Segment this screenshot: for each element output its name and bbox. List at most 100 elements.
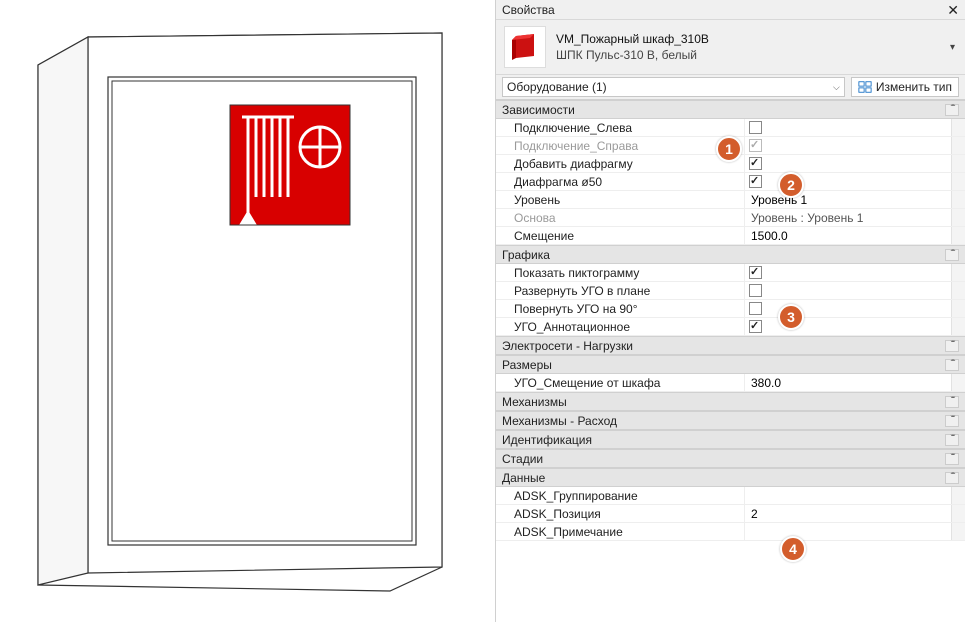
chevron-collapsed-icon[interactable]: ˇˇ <box>945 396 959 408</box>
property-row: Диафрагма ø50 <box>496 173 965 191</box>
property-input[interactable] <box>749 375 947 391</box>
property-side-button[interactable] <box>951 300 965 317</box>
property-row: Смещение <box>496 227 965 245</box>
property-group-header[interactable]: Стадии ˇˇ <box>496 449 965 468</box>
property-side-button[interactable] <box>951 155 965 172</box>
property-row: ADSK_Примечание <box>496 523 965 541</box>
property-side-button[interactable] <box>951 505 965 522</box>
property-input[interactable] <box>749 192 947 208</box>
property-value[interactable] <box>744 300 951 317</box>
property-label: ADSK_Группирование <box>496 487 744 504</box>
panel-title-text: Свойства <box>502 3 555 17</box>
properties-list[interactable]: ЗависимостиˆˆПодключение_СлеваПодключени… <box>496 100 965 622</box>
property-side-button[interactable] <box>951 264 965 281</box>
chevron-down-icon[interactable]: ▾ <box>948 42 957 53</box>
property-side-button[interactable] <box>951 173 965 190</box>
property-group-header[interactable]: Механизмы - Расходˇˇ <box>496 411 965 430</box>
property-label: УГО_Аннотационное <box>496 318 744 335</box>
property-value[interactable] <box>744 505 951 522</box>
property-value[interactable] <box>744 487 951 504</box>
property-value <box>744 137 951 154</box>
property-side-button[interactable] <box>951 227 965 244</box>
property-row: Основа <box>496 209 965 227</box>
property-value[interactable] <box>744 282 951 299</box>
property-label: Диафрагма ø50 <box>496 173 744 190</box>
close-icon[interactable]: ✕ <box>947 3 959 17</box>
property-input[interactable] <box>749 228 947 244</box>
property-side-button[interactable] <box>951 282 965 299</box>
chevron-collapsed-icon[interactable]: ˇˇ <box>945 415 959 427</box>
property-row: Показать пиктограмму <box>496 264 965 282</box>
property-group-header[interactable]: Электросети - Нагрузки ˇˇ <box>496 336 965 355</box>
group-name: Идентификация <box>502 433 592 447</box>
model-viewport[interactable] <box>0 0 490 622</box>
property-side-button[interactable] <box>951 137 965 154</box>
property-label: Повернуть УГО на 90° <box>496 300 744 317</box>
chevron-collapsed-icon[interactable]: ˇˇ <box>945 434 959 446</box>
checkbox[interactable] <box>749 175 762 188</box>
property-value[interactable] <box>744 264 951 281</box>
property-row: УГО_Смещение от шкафа <box>496 374 965 392</box>
group-name: Данные <box>502 471 545 485</box>
property-side-button[interactable] <box>951 119 965 136</box>
property-side-button[interactable] <box>951 523 965 540</box>
group-name: Электросети - Нагрузки <box>502 339 633 353</box>
checkbox[interactable] <box>749 157 762 170</box>
property-input[interactable] <box>749 488 947 504</box>
checkbox[interactable] <box>749 266 762 279</box>
fire-cabinet-3d <box>30 25 460 595</box>
property-group-header[interactable]: Зависимостиˆˆ <box>496 100 965 119</box>
property-row: ADSK_Группирование <box>496 487 965 505</box>
type-name: ШПК Пульс-310 В, белый <box>556 47 948 63</box>
chevron-expanded-icon[interactable]: ˆˆ <box>945 249 959 261</box>
callout-1: 1 <box>716 136 742 162</box>
property-value[interactable] <box>744 173 951 190</box>
property-side-button[interactable] <box>951 209 965 226</box>
properties-panel: Свойства ✕ VM_Пожарный шкаф_310B ШПК Пул… <box>495 0 965 622</box>
property-value[interactable] <box>744 374 951 391</box>
property-value[interactable] <box>744 227 951 244</box>
property-input[interactable] <box>749 524 947 540</box>
group-name: Стадии <box>502 452 543 466</box>
property-input <box>749 210 947 226</box>
checkbox[interactable] <box>749 302 762 315</box>
group-name: Графика <box>502 248 550 262</box>
type-selector[interactable]: VM_Пожарный шкаф_310B ШПК Пульс-310 В, б… <box>496 20 965 75</box>
property-row: Подключение_Слева <box>496 119 965 137</box>
checkbox[interactable] <box>749 284 762 297</box>
chevron-collapsed-icon[interactable]: ˇˇ <box>945 340 959 352</box>
selection-filter-text: Оборудование (1) <box>507 80 607 94</box>
type-thumbnail <box>504 26 546 68</box>
property-side-button[interactable] <box>951 487 965 504</box>
property-group-header[interactable]: Графика ˆˆ <box>496 245 965 264</box>
property-value[interactable] <box>744 523 951 540</box>
property-side-button[interactable] <box>951 318 965 335</box>
property-label: Показать пиктограмму <box>496 264 744 281</box>
family-name: VM_Пожарный шкаф_310B <box>556 31 948 47</box>
selector-row: Оборудование (1) ⌵ Изменить тип <box>496 75 965 100</box>
property-side-button[interactable] <box>951 191 965 208</box>
property-value[interactable] <box>744 318 951 335</box>
chevron-expanded-icon[interactable]: ˆˆ <box>945 472 959 484</box>
selection-filter-combo[interactable]: Оборудование (1) ⌵ <box>502 77 845 97</box>
property-value[interactable] <box>744 119 951 136</box>
property-group-header[interactable]: Механизмыˇˇ <box>496 392 965 411</box>
callout-3: 3 <box>778 304 804 330</box>
chevron-expanded-icon[interactable]: ˆˆ <box>945 104 959 116</box>
checkbox[interactable] <box>749 121 762 134</box>
checkbox <box>749 139 762 152</box>
chevron-collapsed-icon[interactable]: ˇˇ <box>945 453 959 465</box>
checkbox[interactable] <box>749 320 762 333</box>
property-label: Развернуть УГО в плане <box>496 282 744 299</box>
property-label: Подключение_Справа <box>496 137 744 154</box>
property-side-button[interactable] <box>951 374 965 391</box>
property-group-header[interactable]: Размерыˆˆ <box>496 355 965 374</box>
property-group-header[interactable]: Данные ˆˆ <box>496 468 965 487</box>
property-value[interactable] <box>744 191 951 208</box>
callout-2: 2 <box>778 172 804 198</box>
chevron-expanded-icon[interactable]: ˆˆ <box>945 359 959 371</box>
edit-type-button[interactable]: Изменить тип <box>851 77 959 97</box>
property-value[interactable] <box>744 155 951 172</box>
property-input[interactable] <box>749 506 947 522</box>
property-group-header[interactable]: Идентификация ˇˇ <box>496 430 965 449</box>
